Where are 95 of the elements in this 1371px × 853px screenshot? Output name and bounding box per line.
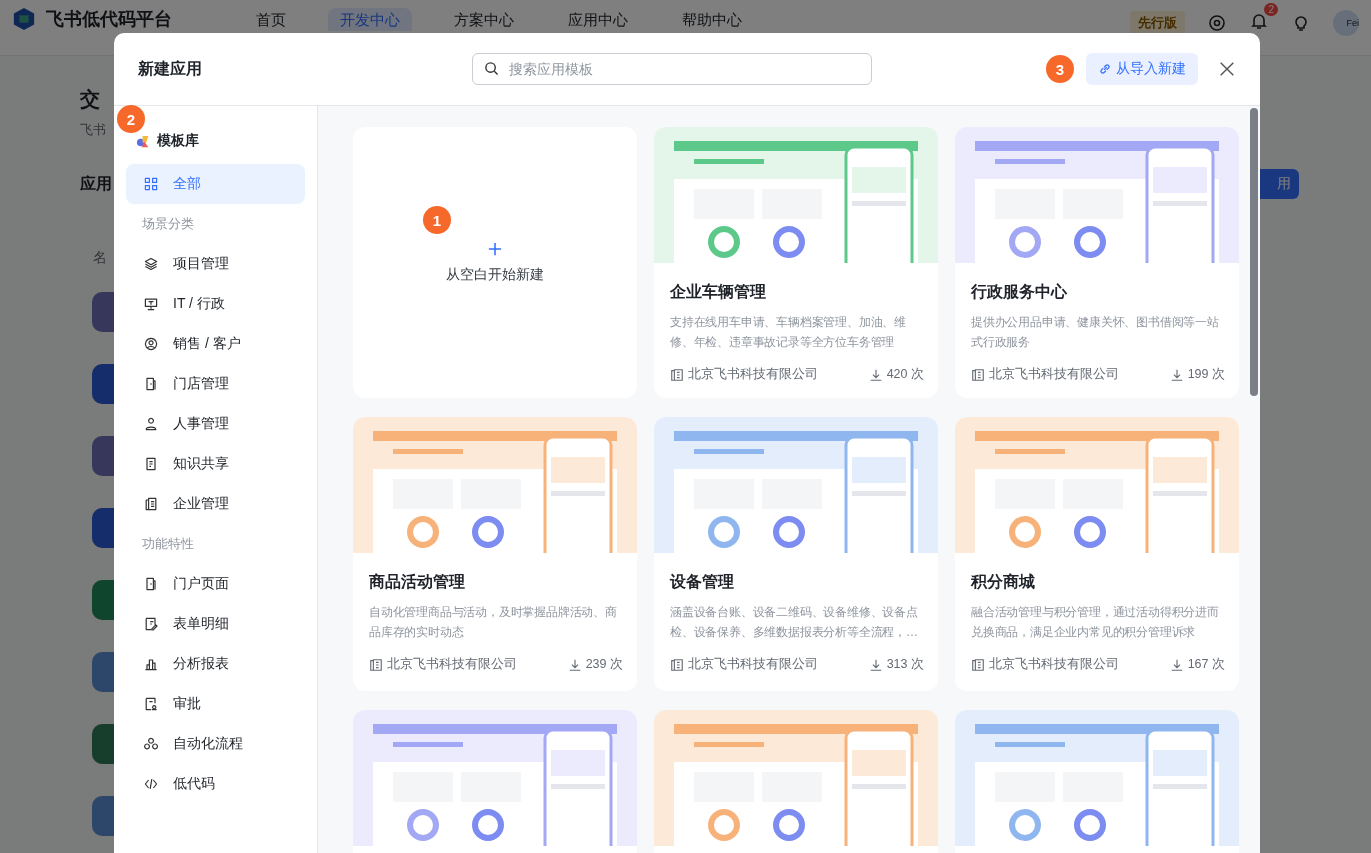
nav-tab[interactable]: 帮助中心 [670,8,754,31]
sidebar-item[interactable]: 知识共享 [126,444,305,484]
template-title: 积分商城 [971,572,1036,592]
template-card[interactable]: 企业车辆管理 支持在线用车申请、车辆档案管理、加油、维修、年检、违章事故记录等全方位车务管理 北京飞书科技有限公司 420 次 [654,127,938,398]
publisher-name: 北京飞书科技有限公司 [688,366,818,383]
nav-tab[interactable]: 应用中心 [556,8,640,31]
step-marker: 1 [423,206,451,234]
category-icon [143,656,159,672]
template-library-icon [136,133,151,149]
template-card[interactable]: 商品活动管理 自动化管理商品与活动，及时掌握品牌活动、商品库存的实时动态 北京飞书科技有限公司 239 次 [353,417,637,691]
category-icon [143,496,159,512]
publisher-name: 北京飞书科技有限公司 [989,656,1119,673]
download-icon [1169,367,1184,382]
category-icon [143,696,159,712]
template-description: 涵盖设备台账、设备二维码、设备维修、设备点检、设备保养、多维数据报表分析等全流程，… [670,604,919,641]
app-logo-text: 飞书低代码平台 [46,8,172,30]
category-icon [143,776,159,792]
category-heading: 功能特性 [141,535,195,553]
import-button[interactable]: 从导入新建 [1086,53,1198,85]
category-icon [143,416,159,432]
scrollbar[interactable] [1250,108,1258,396]
logo-icon [12,7,36,31]
link-icon [1098,62,1112,76]
nav-tab[interactable]: 方案中心 [442,8,526,31]
step-marker: 2 [117,105,145,133]
category-icon [143,256,159,272]
template-description: 自动化管理商品与活动，及时掌握品牌活动、商品库存的实时动态 [369,604,618,641]
category-icon [143,336,159,352]
page-title: 交 [80,87,100,112]
download-count: 239 次 [585,656,623,673]
sidebar-item[interactable]: 分析报表 [126,644,305,684]
download-count: 420 次 [886,366,924,383]
template-title: 设备管理 [670,572,735,592]
sidebar-title: 模板库 [157,132,199,150]
sidebar-item[interactable]: 审批 [126,684,305,724]
nav-tab[interactable]: 首页 [244,8,298,31]
sidebar-item[interactable]: 门店管理 [126,364,305,404]
sidebar-item[interactable]: 低代码 [126,764,305,804]
dialog-title: 新建应用 [138,58,202,79]
template-title: 行政服务中心 [971,282,1068,302]
template-card[interactable]: 行政服务中心 提供办公用品申请、健康关怀、图书借阅等一站式行政服务 北京飞书科技有限公司 199 次 [955,127,1239,398]
category-icon [143,376,159,392]
section-label: 应用 [80,173,112,194]
building-icon [670,367,684,382]
template-card[interactable]: 设备管理 涵盖设备台账、设备二维码、设备维修、设备点检、设备保养、多维数据报表分析等全流程，… 北京飞书科技有限公司 313 次 [654,417,938,691]
close-icon[interactable] [1218,60,1236,78]
user-avatar[interactable]: Fei [1333,10,1359,36]
download-count: 167 次 [1187,656,1225,673]
sidebar-item[interactable]: 自动化流程 [126,724,305,764]
building-icon [369,657,383,672]
sidebar-item[interactable]: IT / 行政 [126,284,305,324]
edition-badge: 先行版 [1130,11,1185,35]
template-description: 融合活动管理与积分管理，通过活动得积分进而兑换商品，满足企业内常见的积分管理诉求 [971,604,1220,641]
category-icon [143,176,159,192]
download-icon [567,657,582,672]
publisher-name: 北京飞书科技有限公司 [387,656,517,673]
publisher-name: 北京飞书科技有限公司 [989,366,1119,383]
sidebar-item[interactable]: 门户页面 [126,564,305,604]
download-icon [868,367,883,382]
category-icon [143,456,159,472]
sidebar-item[interactable]: 人事管理 [126,404,305,444]
blank-template-card[interactable]: 从空白开始新建 1 [353,127,637,398]
download-count: 199 次 [1187,366,1225,383]
template-description: 支持在线用车申请、车辆档案管理、加油、维修、年检、违章事故记录等全方位车务管理 [670,314,907,351]
template-description: 提供办公用品申请、健康关怀、图书借阅等一站式行政服务 [971,314,1220,351]
column-header: 名 [93,249,107,267]
category-icon [143,616,159,632]
template-title: 企业车辆管理 [670,282,767,302]
search-icon [484,61,499,76]
category-icon [143,576,159,592]
category-icon [143,296,159,312]
publisher-name: 北京飞书科技有限公司 [688,656,818,673]
building-icon [971,367,985,382]
building-icon [670,657,684,672]
sidebar-item[interactable]: 项目管理 [126,244,305,284]
sidebar-item[interactable]: 全部 [126,164,305,204]
sidebar-item[interactable]: 企业管理 [126,484,305,524]
template-title: 商品活动管理 [369,572,466,592]
plus-icon [488,241,502,256]
bell-icon[interactable] [1249,11,1269,31]
sidebar-item[interactable]: 表单明细 [126,604,305,644]
category-heading: 场景分类 [141,215,195,233]
building-icon [971,657,985,672]
download-count: 313 次 [886,656,924,673]
sidebar-item[interactable]: 销售 / 客户 [126,324,305,364]
search-field[interactable]: 搜索应用模板 [472,53,872,85]
category-icon [143,736,159,752]
page-subtitle: 飞书 [80,121,106,139]
download-icon [868,657,883,672]
download-icon [1169,657,1184,672]
step-marker: 3 [1046,55,1074,83]
notification-count: 2 [1264,3,1278,16]
template-card[interactable]: 积分商城 融合活动管理与积分管理，通过活动得积分进而兑换商品，满足企业内常见的积分管理诉求 北京飞书科技有限公司 167 次 [955,417,1239,691]
settings-icon[interactable] [1207,13,1227,33]
blank-card-label: 从空白开始新建 [446,265,544,284]
